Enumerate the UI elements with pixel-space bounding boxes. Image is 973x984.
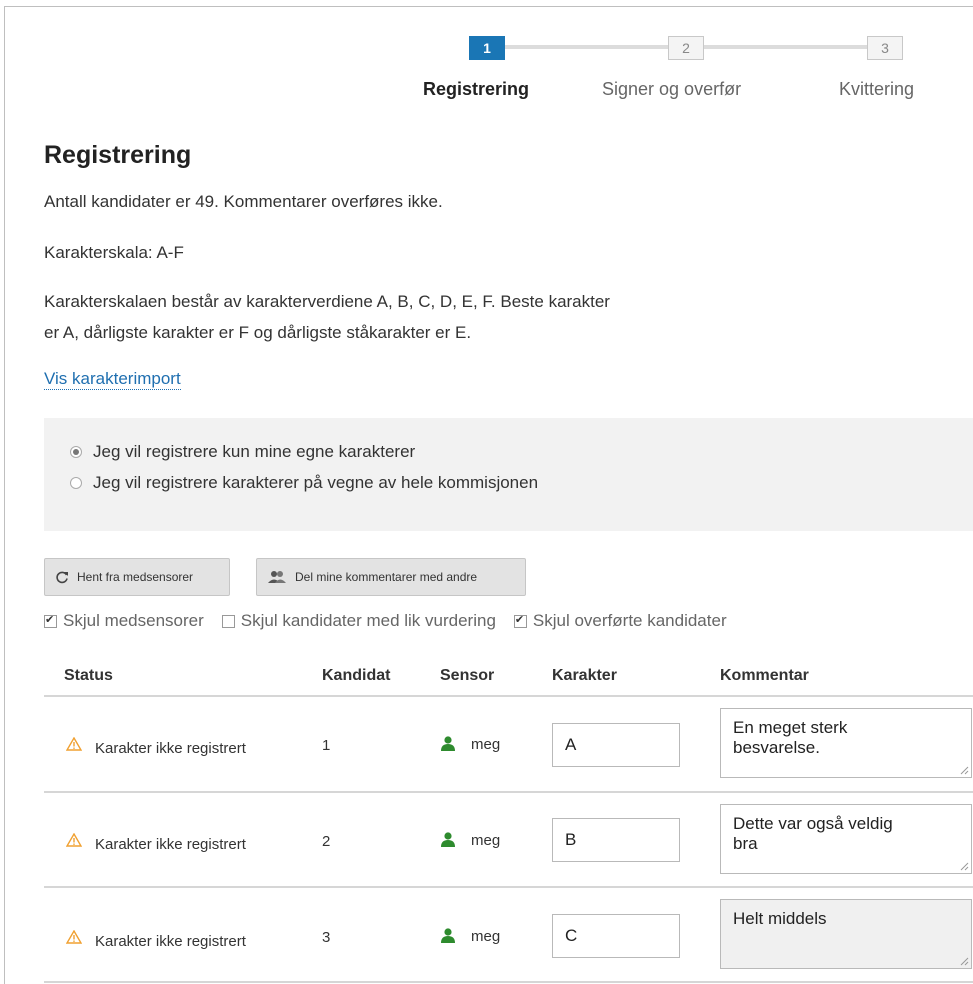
candidate-count-info: Antall kandidater er 49. Kommentarer ove… — [44, 192, 443, 211]
warning-icon — [66, 737, 82, 751]
step-2-number: 2 — [668, 36, 704, 60]
person-icon — [440, 736, 456, 751]
checkbox-label: Skjul medsensorer — [63, 611, 204, 630]
sensor-name: meg — [471, 928, 501, 945]
step-1-number: 1 — [469, 36, 505, 60]
checkbox[interactable] — [44, 613, 57, 628]
sensor-name: meg — [471, 832, 501, 849]
column-header-grade: Karakter — [552, 667, 617, 684]
table-divider — [44, 886, 973, 888]
radio-label: Jeg vil registrere kun mine egne karakte… — [93, 442, 416, 461]
radio-button[interactable] — [70, 446, 82, 458]
checkbox-label: Skjul overførte kandidater — [532, 611, 727, 630]
show-grade-import-link[interactable]: Vis karakterimport — [44, 368, 181, 390]
table-divider — [44, 695, 973, 697]
status-text: Karakter ikke registrert — [95, 836, 246, 853]
column-header-candidate: Kandidat — [322, 667, 391, 684]
warning-icon — [66, 833, 82, 847]
radio-own-grades[interactable]: Jeg vil registrere kun mine egne karakte… — [70, 442, 415, 462]
radio-whole-committee[interactable]: Jeg vil registrere karakterer på vegne a… — [70, 473, 538, 493]
person-icon — [440, 928, 456, 943]
grade-input[interactable]: A — [552, 723, 680, 767]
person-icon — [440, 832, 456, 847]
sensor-name: meg — [471, 736, 501, 753]
radio-button[interactable] — [70, 477, 82, 489]
grade-scale-description-line2: er A, dårligste karakter er F og dårligs… — [44, 323, 472, 342]
share-button-label: Del mine kommentarer med andre — [295, 570, 478, 584]
grade-input[interactable]: B — [552, 818, 680, 862]
status-text: Karakter ikke registrert — [95, 740, 246, 757]
comment-textarea[interactable]: Helt middels — [720, 899, 972, 969]
step-connector — [704, 45, 867, 49]
comment-line: Helt middels — [733, 909, 827, 928]
grade-scale-info: Karakterskala: A-F — [44, 243, 184, 262]
column-header-status: Status — [64, 667, 113, 684]
step-3-number: 3 — [867, 36, 903, 60]
step-2-label: Signer og overfør — [602, 79, 742, 99]
candidate-number: 1 — [322, 737, 331, 754]
step-3-label: Kvittering — [839, 79, 915, 99]
column-header-comment: Kommentar — [720, 667, 809, 684]
comment-line: besvarelse. — [733, 738, 820, 757]
comment-textarea[interactable]: Dette var også veldig bra — [720, 804, 972, 874]
page-title: Registrering — [44, 141, 192, 169]
checkbox-label: Skjul kandidater med lik vurdering — [240, 611, 496, 630]
registration-mode-panel: Jeg vil registrere kun mine egne karakte… — [44, 418, 973, 531]
resize-handle-icon[interactable] — [960, 766, 969, 775]
filter-hide-equal-assessment[interactable]: Skjul kandidater med lik vurdering — [221, 611, 496, 631]
comment-line: Dette var også veldig — [733, 814, 893, 833]
comment-line: bra — [733, 834, 758, 853]
grade-input[interactable]: C — [552, 914, 680, 958]
fetch-from-cosensors-button[interactable]: Hent fra medsensorer — [44, 558, 230, 596]
users-icon — [267, 570, 287, 584]
candidate-number: 2 — [322, 833, 331, 850]
checkbox[interactable] — [513, 613, 527, 628]
step-connector — [505, 45, 668, 49]
warning-icon — [66, 930, 82, 944]
filter-checkboxes: Skjul medsensorer Skjul kandidater med l… — [44, 611, 745, 631]
checkbox[interactable] — [221, 614, 235, 628]
status-text: Karakter ikke registrert — [95, 933, 246, 950]
filter-hide-cosensors[interactable]: Skjul medsensorer — [44, 611, 204, 631]
resize-handle-icon[interactable] — [960, 862, 969, 871]
grade-scale-description-line1: Karakterskalaen består av karakterverdie… — [44, 292, 610, 311]
filter-hide-transferred[interactable]: Skjul overførte kandidater — [513, 611, 727, 631]
step-1-label: Registrering — [423, 79, 530, 99]
refresh-icon — [55, 570, 69, 584]
column-header-sensor: Sensor — [440, 667, 495, 684]
resize-handle-icon[interactable] — [960, 957, 969, 966]
comment-line: En meget sterk — [733, 718, 848, 737]
share-comments-button[interactable]: Del mine kommentarer med andre — [256, 558, 526, 596]
radio-label: Jeg vil registrere karakterer på vegne a… — [93, 473, 539, 492]
fetch-button-label: Hent fra medsensorer — [77, 570, 194, 584]
comment-textarea[interactable]: En meget sterk besvarelse. — [720, 708, 972, 778]
table-divider — [44, 791, 973, 793]
candidate-number: 3 — [322, 929, 331, 946]
table-divider — [44, 981, 973, 983]
